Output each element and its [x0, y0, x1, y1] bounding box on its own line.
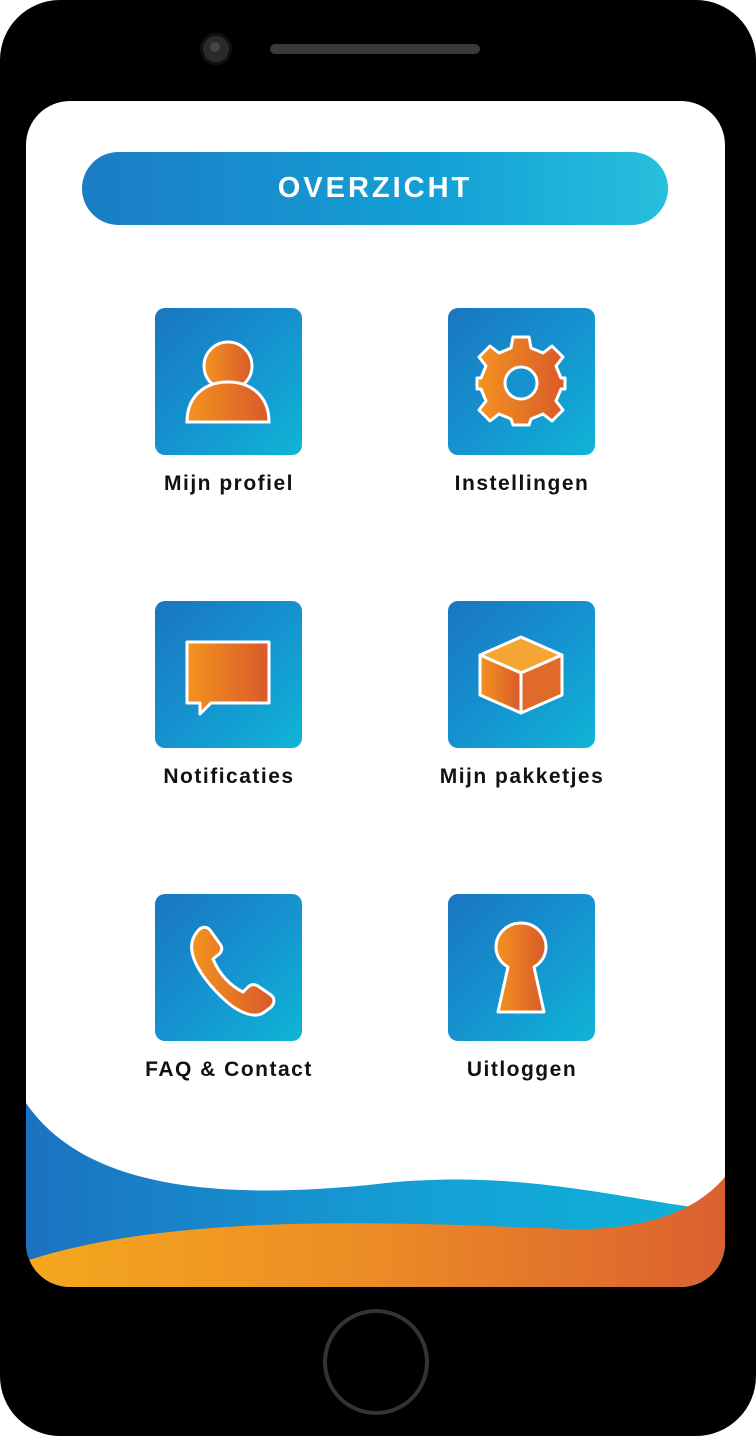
- tile-label: Mijn pakketjes: [439, 765, 605, 788]
- tile-mijn-profiel[interactable]: [155, 308, 302, 455]
- speaker-grille: [270, 44, 480, 54]
- tile-label: Notificaties: [163, 765, 295, 788]
- user-icon: [185, 340, 271, 424]
- chat-bubble-icon: [185, 640, 271, 716]
- gear-icon: [475, 335, 567, 427]
- tile-label: FAQ & Contact: [145, 1058, 313, 1081]
- tile-label: Uitloggen: [466, 1058, 578, 1081]
- page-title: OVERZICHT: [277, 172, 473, 204]
- phone-frame: OVERZICHT Mijn profiel Instellingen Noti…: [0, 0, 756, 1436]
- tile-mijn-pakketjes[interactable]: [448, 601, 595, 748]
- phone-icon: [190, 925, 276, 1017]
- tile-label: Mijn profiel: [164, 472, 294, 495]
- overview-title-bar: OVERZICHT: [82, 152, 668, 225]
- tile-faq-contact[interactable]: [155, 894, 302, 1041]
- package-icon: [478, 635, 564, 715]
- tile-instellingen[interactable]: [448, 308, 595, 455]
- front-camera: [200, 33, 232, 65]
- keyhole-icon: [494, 921, 548, 1014]
- decorative-waves: [26, 1103, 725, 1287]
- tile-notificaties[interactable]: [155, 601, 302, 748]
- app-screen: OVERZICHT Mijn profiel Instellingen Noti…: [26, 101, 725, 1287]
- tile-uitloggen[interactable]: [448, 894, 595, 1041]
- tile-label: Instellingen: [454, 472, 590, 495]
- home-button[interactable]: [323, 1309, 429, 1415]
